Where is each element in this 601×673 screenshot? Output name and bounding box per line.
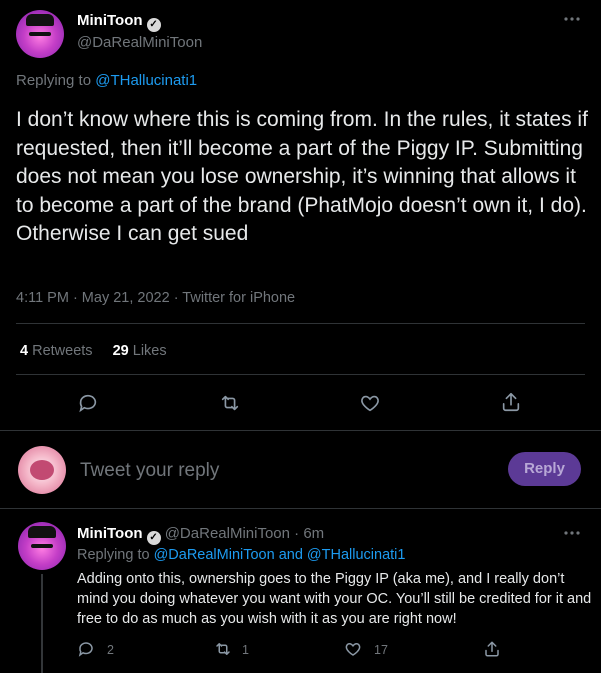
retweets-stat[interactable]: 4 Retweets	[20, 343, 97, 359]
author-handle[interactable]: @DaRealMiniToon	[77, 34, 202, 51]
reply-icon[interactable]	[77, 640, 95, 658]
thread-line	[41, 574, 43, 673]
likes-label: Likes	[132, 343, 167, 359]
retweet-icon[interactable]	[218, 392, 242, 414]
like-icon[interactable]	[359, 392, 381, 414]
retweets-label: Retweets	[32, 343, 93, 359]
reply-reply-count: 2	[107, 643, 114, 657]
retweets-count: 4	[20, 343, 29, 359]
reply-time[interactable]: · 6m	[294, 525, 324, 542]
share-icon[interactable]	[483, 639, 501, 659]
likes-count: 29	[112, 343, 129, 359]
reply-author-handle[interactable]: @DaRealMiniToon	[165, 525, 290, 542]
verified-badge-icon: ✓	[146, 18, 161, 32]
more-icon[interactable]	[562, 528, 582, 538]
reply-action-bar: 2 1 17	[77, 640, 592, 660]
author-name[interactable]: MiniToon	[77, 12, 143, 29]
verified-badge-icon: ✓	[146, 531, 161, 545]
tweet-text: I don’t know where this is coming from. …	[16, 108, 588, 245]
engagement-stats: 4 Retweets 29 Likes	[20, 343, 167, 359]
replying-to: Replying to @THallucinati1	[16, 72, 197, 89]
like-icon[interactable]	[344, 640, 362, 658]
reply-like-count: 17	[374, 643, 388, 657]
reply-replying-prefix: Replying to	[77, 547, 150, 563]
share-icon[interactable]	[500, 390, 522, 414]
replying-to-link[interactable]: @THallucinati1	[95, 72, 197, 89]
reply-icon[interactable]	[77, 392, 99, 414]
reply-button[interactable]: Reply	[508, 452, 581, 486]
reply-text: Adding onto this, ownership goes to the …	[77, 571, 592, 627]
divider	[0, 430, 601, 431]
divider	[16, 374, 585, 375]
divider	[0, 508, 601, 509]
divider	[16, 323, 585, 324]
reply-author-name[interactable]: MiniToon	[77, 525, 143, 542]
tweet-meta[interactable]: 4:11 PM · May 21, 2022 · Twitter for iPh…	[16, 290, 295, 306]
reply-retweet-count: 1	[242, 643, 249, 657]
current-user-avatar[interactable]	[18, 446, 66, 494]
more-icon[interactable]	[562, 14, 582, 24]
reply-replying-to: Replying to @DaRealMiniToon and @THalluc…	[77, 547, 405, 563]
replying-prefix: Replying to	[16, 72, 92, 89]
retweet-icon[interactable]	[213, 640, 233, 658]
reply-replying-to-link[interactable]: @DaRealMiniToon and @THallucinati1	[154, 547, 406, 563]
author-avatar[interactable]	[16, 10, 64, 58]
likes-stat[interactable]: 29 Likes	[113, 343, 167, 359]
reply-input[interactable]: Tweet your reply	[80, 460, 480, 482]
author-name-row: MiniToon ✓	[77, 12, 161, 32]
reply-header: MiniToon ✓ @DaRealMiniToon · 6m	[77, 525, 324, 545]
reply-author-avatar[interactable]	[18, 522, 66, 570]
